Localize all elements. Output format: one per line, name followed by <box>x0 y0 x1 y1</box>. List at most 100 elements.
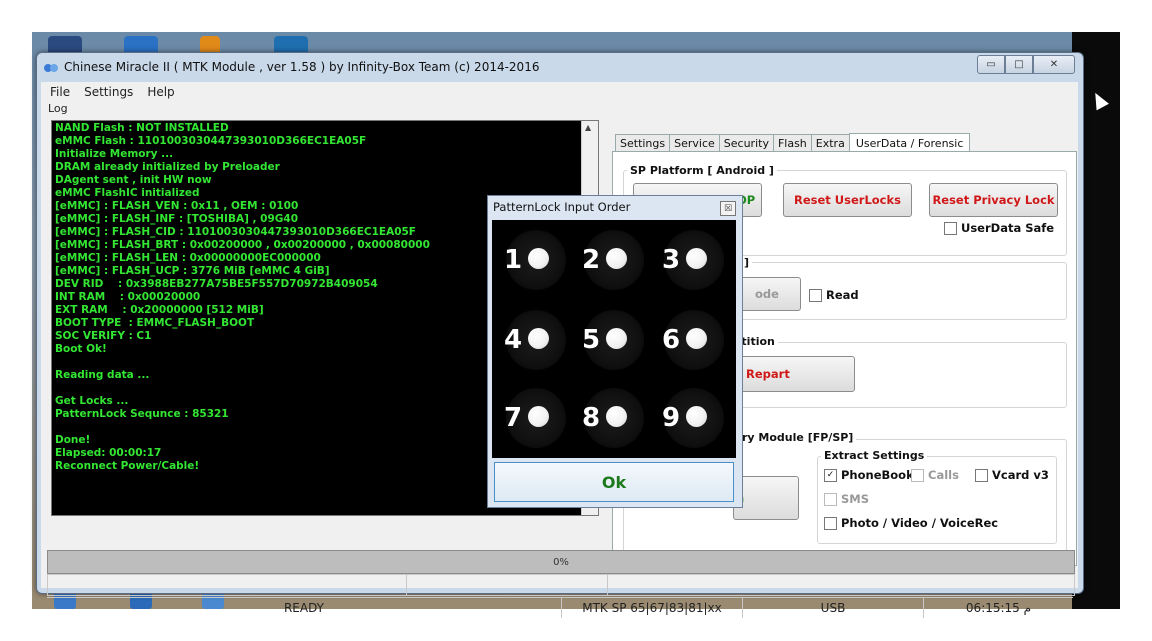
calls-label: Calls <box>928 468 959 482</box>
log-line: Reconnect Power/Cable! <box>55 460 200 472</box>
menu-help[interactable]: Help <box>138 82 179 102</box>
status-cell <box>608 575 1074 595</box>
status-ready: READY <box>47 598 562 618</box>
maximize-button[interactable]: □ <box>1005 55 1033 74</box>
menu-bar: File Settings Help <box>41 82 1078 102</box>
tab-strip: Settings Service Security Flash Extra Us… <box>615 132 971 153</box>
patternlock-dialog: PatternLock Input Order ☒ 1 2 3 4 5 6 7 … <box>487 195 743 508</box>
read-checkbox[interactable]: Read <box>809 288 859 302</box>
log-line: DRAM already initialized by Preloader <box>55 161 280 173</box>
tab-security[interactable]: Security <box>718 134 774 152</box>
dot-number: 4 <box>504 325 523 355</box>
status-time: 06:15:15 م <box>965 601 1032 615</box>
ok-button[interactable]: Ok <box>494 462 734 502</box>
read-label: Read <box>826 288 859 302</box>
dot-number: 1 <box>504 245 523 275</box>
dot-number: 6 <box>662 325 681 355</box>
checkbox-box[interactable] <box>911 468 924 482</box>
checkbox-box[interactable] <box>824 516 837 530</box>
progress-text: 0% <box>553 556 569 568</box>
tab-service[interactable]: Service <box>669 134 720 152</box>
photo-video-checkbox[interactable]: Photo / Video / VoiceRec <box>824 516 998 530</box>
log-line: eMMC FlashIC initialized <box>55 187 200 199</box>
dot-ball-icon <box>606 248 627 269</box>
sms-checkbox[interactable]: SMS <box>824 492 869 506</box>
log-line: DAgent sent , init HW now <box>55 174 212 186</box>
log-line: EXT RAM : 0x20000000 [512 MiB] <box>55 304 264 316</box>
menu-settings[interactable]: Settings <box>75 82 138 102</box>
dot-ball-icon <box>528 248 549 269</box>
log-line: [eMMC] : FLASH_LEN : 0x00000000EC000000 <box>55 252 321 264</box>
window-controls: ▭ □ ✕ <box>977 55 1075 74</box>
dot-ball-icon <box>606 328 627 349</box>
dialog-title: PatternLock Input Order <box>493 200 631 214</box>
log-line: NAND Flash : NOT INSTALLED <box>55 122 229 134</box>
pattern-dot[interactable]: 5 <box>582 310 644 370</box>
checkbox-box[interactable] <box>944 221 957 235</box>
tab-settings[interactable]: Settings <box>615 134 671 152</box>
dot-ball-icon <box>686 328 707 349</box>
checkbox-box[interactable]: ✓ <box>824 468 837 482</box>
pattern-dot[interactable]: 1 <box>504 230 566 290</box>
menu-file[interactable]: File <box>41 82 75 102</box>
log-line: Boot Ok! <box>55 343 107 355</box>
pattern-dot[interactable]: 3 <box>662 230 724 290</box>
log-line: [eMMC] : FLASH_CID : 1101003030447393010… <box>55 226 416 238</box>
dot-number: 7 <box>504 403 523 433</box>
log-line: Get Locks ... <box>55 395 129 407</box>
tab-extra[interactable]: Extra <box>810 134 850 152</box>
log-line: PatternLock Sequnce : 85321 <box>55 408 229 420</box>
log-line: INT RAM : 0x00020000 <box>55 291 201 303</box>
pattern-grid: 1 2 3 4 5 6 7 8 9 <box>492 220 736 458</box>
sp-platform-title: SP Platform [ Android ] <box>627 164 777 177</box>
dot-ball-icon <box>686 406 707 427</box>
log-line: BOOT TYPE : EMMC_FLASH_BOOT <box>55 317 255 329</box>
close-button[interactable]: ✕ <box>1033 55 1075 74</box>
pattern-dot[interactable]: 9 <box>662 388 724 448</box>
dot-ball-icon <box>528 406 549 427</box>
reset-userlocks-button[interactable]: Reset UserLocks <box>783 183 912 217</box>
extract-settings-title: Extract Settings <box>821 449 928 462</box>
log-text: NAND Flash : NOT INSTALLED eMMC Flash : 1… <box>55 122 430 473</box>
log-line: DEV RID : 0x3988EB277A75BE5F557D70972B40… <box>55 278 378 290</box>
pattern-dot[interactable]: 7 <box>504 388 566 448</box>
log-line: Reading data ... <box>55 369 150 381</box>
log-line: [eMMC] : FLASH_INF : [TOSHIBA] , 09G40 <box>55 213 299 225</box>
tab-userdata-forensic[interactable]: UserData / Forensic <box>848 133 971 153</box>
vcard-checkbox[interactable]: Vcard v3 <box>975 468 1049 482</box>
pattern-dot[interactable]: 4 <box>504 310 566 370</box>
log-line: [eMMC] : FLASH_VEN : 0x11 , OEM : 0100 <box>55 200 299 212</box>
checkbox-box[interactable] <box>824 492 837 506</box>
vcard-label: Vcard v3 <box>992 468 1049 482</box>
pattern-dot[interactable]: 2 <box>582 230 644 290</box>
photo-video-label: Photo / Video / VoiceRec <box>841 516 999 530</box>
dot-ball-icon <box>528 328 549 349</box>
pattern-dot[interactable]: 8 <box>582 388 644 448</box>
phonebook-checkbox[interactable]: ✓ PhoneBook <box>824 468 914 482</box>
scroll-up-icon[interactable]: ▲ <box>585 123 591 132</box>
status-cell <box>407 575 608 595</box>
log-line: SOC VERIFY : C1 <box>55 330 152 342</box>
userdata-safe-checkbox[interactable]: UserData Safe <box>944 221 1054 235</box>
phonebook-label: PhoneBook <box>841 468 914 482</box>
minimize-button[interactable]: ▭ <box>977 55 1005 74</box>
mode-button[interactable]: ode <box>733 277 801 311</box>
userdata-safe-label: UserData Safe <box>961 221 1055 235</box>
title-bar[interactable]: Chinese Miracle II ( MTK Module , ver 1.… <box>37 53 1083 81</box>
pattern-dot[interactable]: 6 <box>662 310 724 370</box>
window-title: Chinese Miracle II ( MTK Module , ver 1.… <box>64 60 540 74</box>
log-line: [eMMC] : FLASH_BRT : 0x00200000 , 0x0020… <box>55 239 430 251</box>
tab-flash[interactable]: Flash <box>772 134 812 152</box>
repart-button[interactable]: Repart <box>733 356 855 392</box>
log-line: [eMMC] : FLASH_UCP : 3776 MiB [eMMC 4 Gi… <box>55 265 330 277</box>
checkbox-box[interactable] <box>975 468 988 482</box>
dot-number: 9 <box>662 403 681 433</box>
reset-privacy-lock-button[interactable]: Reset Privacy Lock <box>929 183 1058 217</box>
calls-checkbox[interactable]: Calls <box>911 468 959 482</box>
log-line: Initialize Memory ... <box>55 148 174 160</box>
dialog-close-icon[interactable]: ☒ <box>720 201 736 216</box>
checkbox-box[interactable] <box>809 288 822 302</box>
status-cell <box>48 575 407 595</box>
